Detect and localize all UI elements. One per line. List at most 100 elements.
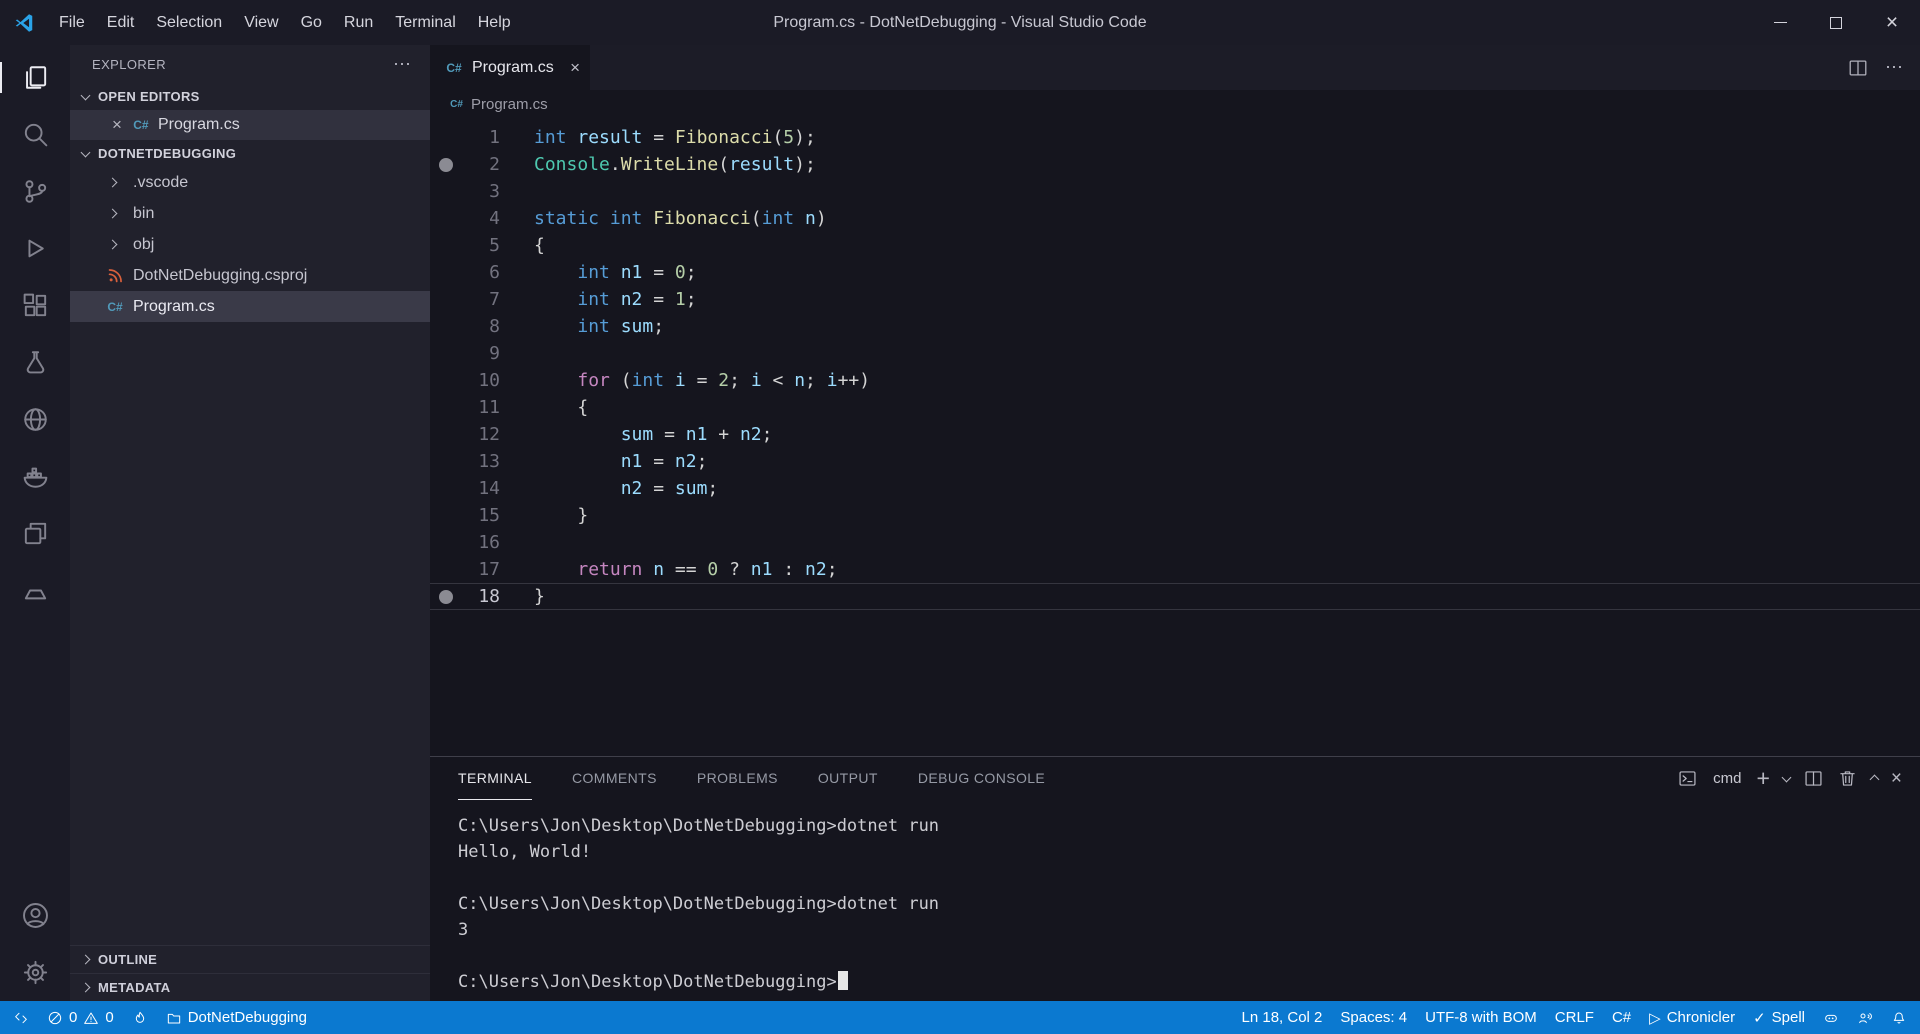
kill-terminal-icon[interactable] xyxy=(1837,768,1858,789)
shell-name[interactable]: cmd xyxy=(1713,770,1741,787)
tree-item-obj[interactable]: obj xyxy=(70,229,430,260)
breakpoint-gutter[interactable] xyxy=(430,124,462,151)
split-terminal-icon[interactable] xyxy=(1803,768,1824,789)
menu-help[interactable]: Help xyxy=(467,0,522,45)
activity-docker[interactable] xyxy=(0,448,70,505)
menu-run[interactable]: Run xyxy=(333,0,384,45)
maximize-button[interactable] xyxy=(1808,0,1864,45)
metadata-section-header[interactable]: METADATA xyxy=(70,973,430,1001)
activity-testing[interactable] xyxy=(0,334,70,391)
outline-section-header[interactable]: OUTLINE xyxy=(70,945,430,973)
panel-tab-comments[interactable]: COMMENTS xyxy=(572,757,657,800)
tree-item-vscode[interactable]: .vscode xyxy=(70,167,430,198)
breakpoint-gutter[interactable] xyxy=(430,259,462,286)
menu-go[interactable]: Go xyxy=(290,0,333,45)
breadcrumb-item[interactable]: Program.cs xyxy=(471,96,548,113)
tree-item-bin[interactable]: bin xyxy=(70,198,430,229)
code-line[interactable]: 1int result = Fibonacci(5); xyxy=(430,124,1920,151)
code-line[interactable]: 13 n1 = n2; xyxy=(430,448,1920,475)
activity-source-control[interactable] xyxy=(0,163,70,220)
breakpoint-gutter[interactable] xyxy=(430,475,462,502)
code-line[interactable]: 9 xyxy=(430,340,1920,367)
panel-tab-terminal[interactable]: TERMINAL xyxy=(458,757,532,800)
activity-deploy[interactable] xyxy=(0,562,70,619)
breakpoint-gutter[interactable] xyxy=(430,421,462,448)
minimize-button[interactable] xyxy=(1752,0,1808,45)
encoding-setting[interactable]: UTF-8 with BOM xyxy=(1416,1001,1546,1034)
project-indicator[interactable]: DotNetDebugging xyxy=(157,1001,316,1034)
feedback-button[interactable] xyxy=(1848,1001,1882,1034)
new-terminal-button[interactable]: + xyxy=(1756,767,1769,790)
accounts-button[interactable] xyxy=(0,887,70,944)
code-line[interactable]: 12 sum = n1 + n2; xyxy=(430,421,1920,448)
activity-run-debug[interactable] xyxy=(0,220,70,277)
hot-reload-indicator[interactable] xyxy=(123,1001,157,1034)
language-mode[interactable]: C# xyxy=(1603,1001,1640,1034)
code-editor[interactable]: 1int result = Fibonacci(5);2Console.Writ… xyxy=(430,118,1920,756)
split-editor-icon[interactable] xyxy=(1847,57,1869,79)
notifications-button[interactable] xyxy=(1882,1001,1916,1034)
breakpoint-gutter[interactable] xyxy=(430,529,462,556)
copilot-status[interactable] xyxy=(1814,1001,1848,1034)
tree-item-csproj[interactable]: DotNetDebugging.csproj xyxy=(70,260,430,291)
code-line[interactable]: 2Console.WriteLine(result); xyxy=(430,151,1920,178)
code-line[interactable]: 10 for (int i = 2; i < n; i++) xyxy=(430,367,1920,394)
breakpoint-gutter[interactable] xyxy=(430,367,462,394)
close-editor-icon[interactable]: × xyxy=(112,115,122,135)
breakpoint-gutter[interactable] xyxy=(430,448,462,475)
breakpoint-gutter[interactable] xyxy=(430,394,462,421)
code-line[interactable]: 6 int n1 = 0; xyxy=(430,259,1920,286)
code-line[interactable]: 7 int n2 = 1; xyxy=(430,286,1920,313)
panel-tab-output[interactable]: OUTPUT xyxy=(818,757,878,800)
tab-program-cs[interactable]: C# Program.cs × xyxy=(430,45,590,90)
code-line[interactable]: 18} xyxy=(430,583,1920,610)
activity-extensions[interactable] xyxy=(0,277,70,334)
terminal-dropdown-icon[interactable] xyxy=(1781,772,1791,782)
menu-selection[interactable]: Selection xyxy=(145,0,233,45)
indentation-setting[interactable]: Spaces: 4 xyxy=(1331,1001,1416,1034)
explorer-more-actions-button[interactable]: ⋯ xyxy=(393,54,412,75)
code-line[interactable]: 11 { xyxy=(430,394,1920,421)
code-line[interactable]: 14 n2 = sum; xyxy=(430,475,1920,502)
cursor-position[interactable]: Ln 18, Col 2 xyxy=(1233,1001,1332,1034)
tree-item-program-cs[interactable]: C# Program.cs xyxy=(70,291,430,322)
breakpoint-indicator[interactable] xyxy=(430,151,462,178)
maximize-panel-icon[interactable] xyxy=(1869,775,1879,785)
spell-status[interactable]: ✓ Spell xyxy=(1744,1001,1814,1034)
code-line[interactable]: 8 int sum; xyxy=(430,313,1920,340)
breakpoint-gutter[interactable] xyxy=(430,502,462,529)
activity-explorer[interactable] xyxy=(0,49,70,106)
workspace-section-header[interactable]: DOTNETDEBUGGING xyxy=(70,140,430,167)
open-editors-section-header[interactable]: OPEN EDITORS xyxy=(70,83,430,110)
code-line[interactable]: 3 xyxy=(430,178,1920,205)
editor-more-actions-button[interactable]: ⋯ xyxy=(1885,57,1904,78)
eol-setting[interactable]: CRLF xyxy=(1546,1001,1603,1034)
panel-tab-problems[interactable]: PROBLEMS xyxy=(697,757,778,800)
breakpoint-gutter[interactable] xyxy=(430,556,462,583)
menu-edit[interactable]: Edit xyxy=(96,0,146,45)
breakpoint-indicator[interactable] xyxy=(430,583,462,610)
close-window-button[interactable]: × xyxy=(1864,0,1920,45)
terminal-output[interactable]: C:\Users\Jon\Desktop\DotNetDebugging>dot… xyxy=(430,800,1920,1001)
code-line[interactable]: 17 return n == 0 ? n1 : n2; xyxy=(430,556,1920,583)
code-line[interactable]: 15 } xyxy=(430,502,1920,529)
chronicler-status[interactable]: ▷ Chronicler xyxy=(1640,1001,1744,1034)
open-editor-item[interactable]: × C# Program.cs xyxy=(70,110,430,140)
menu-file[interactable]: File xyxy=(48,0,96,45)
close-tab-icon[interactable]: × xyxy=(570,58,580,78)
activity-search[interactable] xyxy=(0,106,70,163)
breakpoint-gutter[interactable] xyxy=(430,286,462,313)
panel-tab-debug-console[interactable]: DEBUG CONSOLE xyxy=(918,757,1045,800)
activity-live-share[interactable] xyxy=(0,391,70,448)
menu-view[interactable]: View xyxy=(233,0,289,45)
breakpoint-gutter[interactable] xyxy=(430,178,462,205)
code-line[interactable]: 16 xyxy=(430,529,1920,556)
breakpoint-gutter[interactable] xyxy=(430,205,462,232)
close-panel-icon[interactable]: × xyxy=(1891,768,1902,790)
problems-indicator[interactable]: 0 0 xyxy=(38,1001,123,1034)
code-line[interactable]: 5{ xyxy=(430,232,1920,259)
activity-remote-explorer[interactable] xyxy=(0,505,70,562)
breakpoint-gutter[interactable] xyxy=(430,313,462,340)
menu-terminal[interactable]: Terminal xyxy=(384,0,466,45)
code-line[interactable]: 4static int Fibonacci(int n) xyxy=(430,205,1920,232)
